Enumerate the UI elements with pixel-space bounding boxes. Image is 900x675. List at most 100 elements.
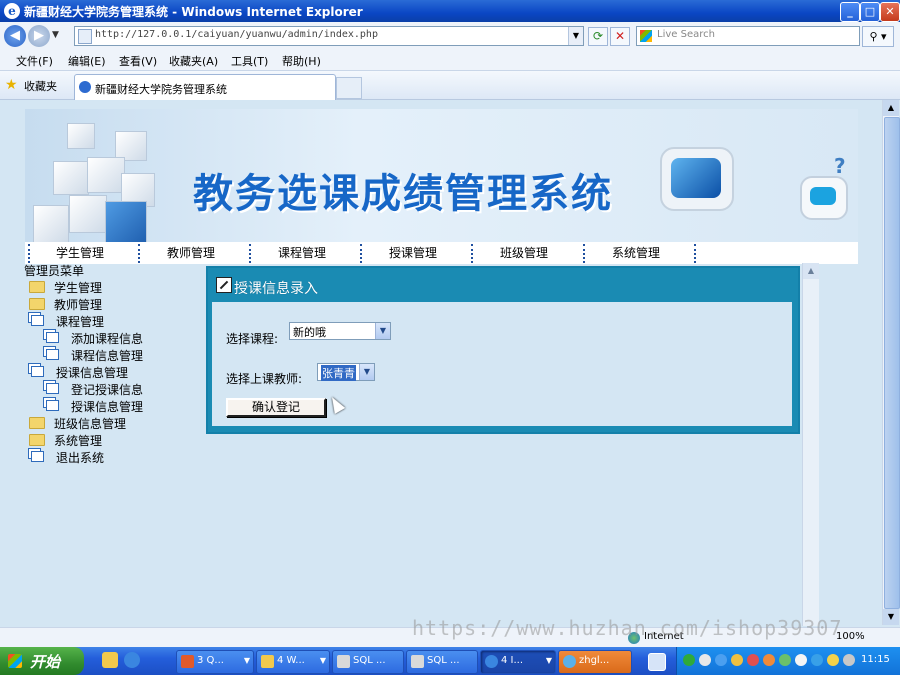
taskbar: 开始 3 Q... ▼ 4 W... ▼ SQL ... SQL ... 4 I… xyxy=(0,647,900,675)
panel-body: 选择课程: 新的哦 ▼ 选择上课教师: 张青青 ▼ 确认登记 xyxy=(212,302,792,426)
sidebar-item-label: 学生管理 xyxy=(54,281,103,295)
open-page-icon xyxy=(31,315,44,326)
cube-decoration xyxy=(87,157,125,193)
folder-icon xyxy=(29,434,45,446)
folder-icon xyxy=(29,281,45,293)
cube-decoration xyxy=(53,161,89,195)
tray-icon[interactable] xyxy=(715,654,727,666)
favorites-star-icon[interactable]: ★ xyxy=(5,77,18,93)
nav-student-management[interactable]: 学生管理 xyxy=(25,242,135,264)
chevron-down-icon[interactable]: ▼ xyxy=(375,323,390,339)
tray-icon[interactable] xyxy=(795,654,807,666)
ie-launch-icon[interactable] xyxy=(124,652,140,668)
recent-pages-dropdown-icon[interactable]: ▼ xyxy=(52,30,59,40)
favorites-label[interactable]: 收藏夹 xyxy=(24,78,57,94)
teacher-select[interactable]: 张青青 ▼ xyxy=(317,363,375,381)
nav-class-management[interactable]: 班级管理 xyxy=(469,242,579,264)
inner-scrollbar[interactable]: ▲ xyxy=(802,263,819,626)
confirm-register-button[interactable]: 确认登记 xyxy=(226,398,326,417)
tray-icon[interactable] xyxy=(779,654,791,666)
page-icon xyxy=(78,29,92,44)
robot-illustration xyxy=(800,176,848,220)
teacher-select-value: 张青青 xyxy=(321,365,356,381)
course-select[interactable]: 新的哦 ▼ xyxy=(289,322,391,340)
stop-button[interactable]: ✕ xyxy=(610,27,630,46)
question-mark-icon: ? xyxy=(834,154,846,178)
scroll-down-icon[interactable]: ▼ xyxy=(883,609,899,625)
cube-decoration xyxy=(105,201,147,242)
scrollbar-thumb[interactable] xyxy=(884,117,900,609)
close-button[interactable]: ✕ xyxy=(880,2,900,22)
nav-system-management[interactable]: 系统管理 xyxy=(581,242,691,264)
tab-title: 新疆财经大学院务管理系统 xyxy=(95,83,227,96)
address-input[interactable]: http://127.0.0.1/caiyuan/yuanwu/admin/in… xyxy=(74,26,584,46)
top-navigation: 学生管理 教师管理 课程管理 授课管理 班级管理 系统管理 xyxy=(25,242,858,264)
course-label: 选择课程: xyxy=(226,332,279,346)
scroll-up-icon[interactable]: ▲ xyxy=(883,100,899,116)
sidebar-item-label: 授课信息管理 xyxy=(71,400,144,414)
taskbar-toolbar-icon[interactable] xyxy=(648,653,666,671)
nav-teacher-management[interactable]: 教师管理 xyxy=(136,242,246,264)
open-page-icon xyxy=(46,349,59,360)
maximize-button[interactable]: □ xyxy=(860,2,880,22)
forward-button[interactable]: ▶ xyxy=(28,25,50,47)
search-button[interactable]: ⚲ ▾ xyxy=(862,26,894,47)
menu-help[interactable]: 帮助(H) xyxy=(282,53,321,69)
tray-icon[interactable] xyxy=(811,654,823,666)
window-title-bar: e 新疆财经大学院务管理系统 - Windows Internet Explor… xyxy=(0,0,900,22)
menu-favorites[interactable]: 收藏夹(A) xyxy=(169,53,218,69)
minimize-button[interactable]: _ xyxy=(840,2,860,22)
address-url[interactable]: http://127.0.0.1/caiyuan/yuanwu/admin/in… xyxy=(95,29,378,40)
tray-icon[interactable] xyxy=(827,654,839,666)
tray-icon[interactable] xyxy=(683,654,695,666)
ie-logo-icon: e xyxy=(4,3,20,19)
nav-course-management[interactable]: 课程管理 xyxy=(247,242,357,264)
tray-icon[interactable] xyxy=(699,654,711,666)
scroll-up-icon[interactable]: ▲ xyxy=(803,263,819,279)
refresh-button[interactable]: ⟳ xyxy=(588,27,608,46)
system-tray: 11:15 xyxy=(676,647,900,675)
open-page-icon xyxy=(46,332,59,343)
sql-icon xyxy=(411,655,424,668)
back-button[interactable]: ◀ xyxy=(4,25,26,47)
browser-tab[interactable]: 新疆财经大学院务管理系统 xyxy=(74,74,336,100)
task-zhgl[interactable]: zhgl... xyxy=(558,650,632,674)
live-search-logo-icon xyxy=(640,30,652,42)
banner-title: 教务选课成绩管理系统 xyxy=(193,171,613,217)
panel-title: 授课信息录入 xyxy=(234,281,318,297)
task-sql-2[interactable]: SQL ... xyxy=(406,650,478,674)
teacher-label: 选择上课教师: xyxy=(226,372,303,386)
address-dropdown-icon[interactable]: ▼ xyxy=(568,27,583,45)
menu-file[interactable]: 文件(F) xyxy=(16,53,53,69)
chevron-down-icon[interactable]: ▼ xyxy=(359,364,374,380)
task-qq[interactable]: 3 Q... ▼ xyxy=(176,650,254,674)
menu-view[interactable]: 查看(V) xyxy=(119,53,157,69)
tray-icon[interactable] xyxy=(747,654,759,666)
menu-tools[interactable]: 工具(T) xyxy=(231,53,268,69)
open-page-icon xyxy=(31,366,44,377)
cube-decoration xyxy=(67,123,95,149)
tray-icon[interactable] xyxy=(763,654,775,666)
page-scrollbar[interactable]: ▲ ▼ xyxy=(882,100,900,625)
new-tab-button[interactable] xyxy=(336,77,362,99)
sql-icon xyxy=(337,655,350,668)
sidebar-item-label: 登记授课信息 xyxy=(71,383,144,397)
sidebar-item-label: 教师管理 xyxy=(54,298,103,312)
sidebar-item-label: 班级信息管理 xyxy=(54,417,127,431)
watermark: https://www.huzhan.com/ishop39307 xyxy=(412,616,843,640)
menu-edit[interactable]: 编辑(E) xyxy=(68,53,106,69)
ie-icon xyxy=(485,655,498,668)
volume-icon[interactable] xyxy=(843,654,855,666)
clock[interactable]: 11:15 xyxy=(861,654,890,665)
nav-teaching-management[interactable]: 授课管理 xyxy=(358,242,468,264)
task-windows-explorer[interactable]: 4 W... ▼ xyxy=(256,650,330,674)
start-button[interactable]: 开始 xyxy=(0,647,84,675)
task-sql-1[interactable]: SQL ... xyxy=(332,650,404,674)
show-desktop-icon[interactable] xyxy=(102,652,118,668)
tray-icon[interactable] xyxy=(731,654,743,666)
folder-icon xyxy=(29,298,45,310)
favorites-bar: ★ 收藏夹 新疆财经大学院务管理系统 xyxy=(0,71,900,100)
search-input[interactable]: Live Search xyxy=(636,26,860,46)
folder-icon xyxy=(261,655,274,668)
task-internet-explorer[interactable]: 4 I... ▼ xyxy=(480,650,556,674)
